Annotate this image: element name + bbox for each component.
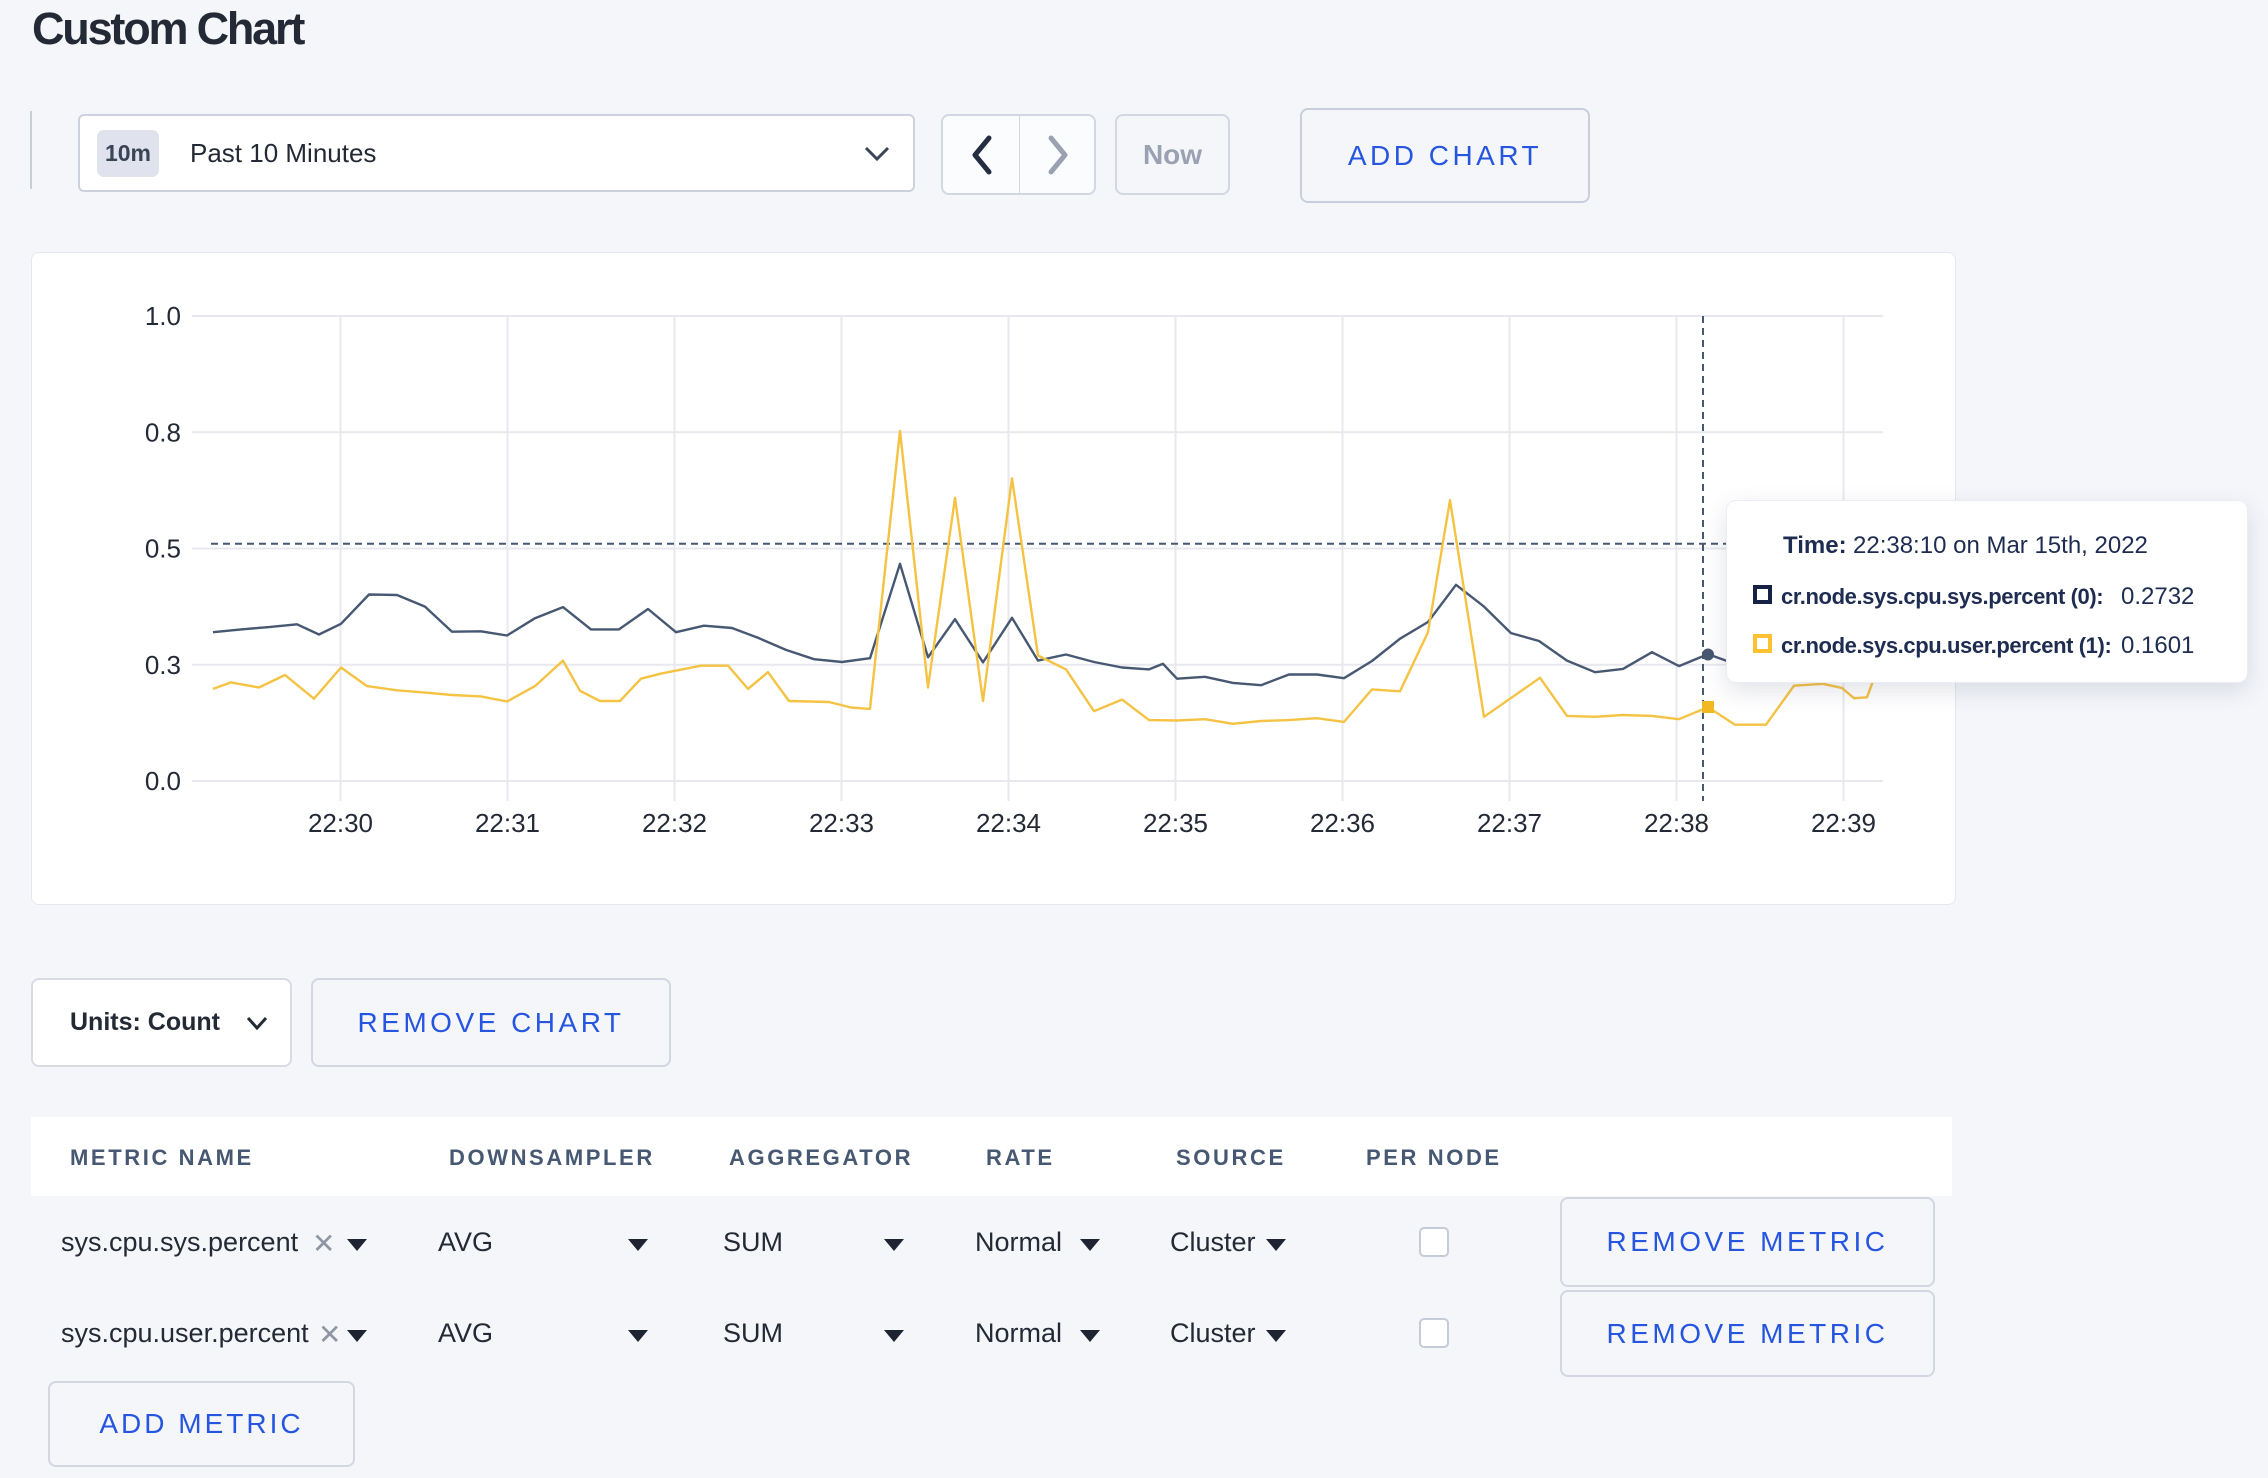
svg-text:22:33: 22:33 — [809, 808, 874, 838]
svg-text:0.0: 0.0 — [145, 766, 181, 796]
svg-text:0.8: 0.8 — [145, 417, 181, 447]
svg-text:22:37: 22:37 — [1477, 808, 1542, 838]
svg-text:1.0: 1.0 — [145, 301, 181, 331]
svg-text:22:39: 22:39 — [1811, 808, 1876, 838]
svg-text:22:32: 22:32 — [642, 808, 707, 838]
svg-text:22:38: 22:38 — [1644, 808, 1709, 838]
svg-text:22:35: 22:35 — [1143, 808, 1208, 838]
svg-text:22:30: 22:30 — [308, 808, 373, 838]
svg-text:22:31: 22:31 — [475, 808, 540, 838]
svg-text:0.5: 0.5 — [145, 534, 181, 564]
svg-text:22:34: 22:34 — [976, 808, 1041, 838]
svg-text:0.3: 0.3 — [145, 650, 181, 680]
svg-text:22:36: 22:36 — [1310, 808, 1375, 838]
